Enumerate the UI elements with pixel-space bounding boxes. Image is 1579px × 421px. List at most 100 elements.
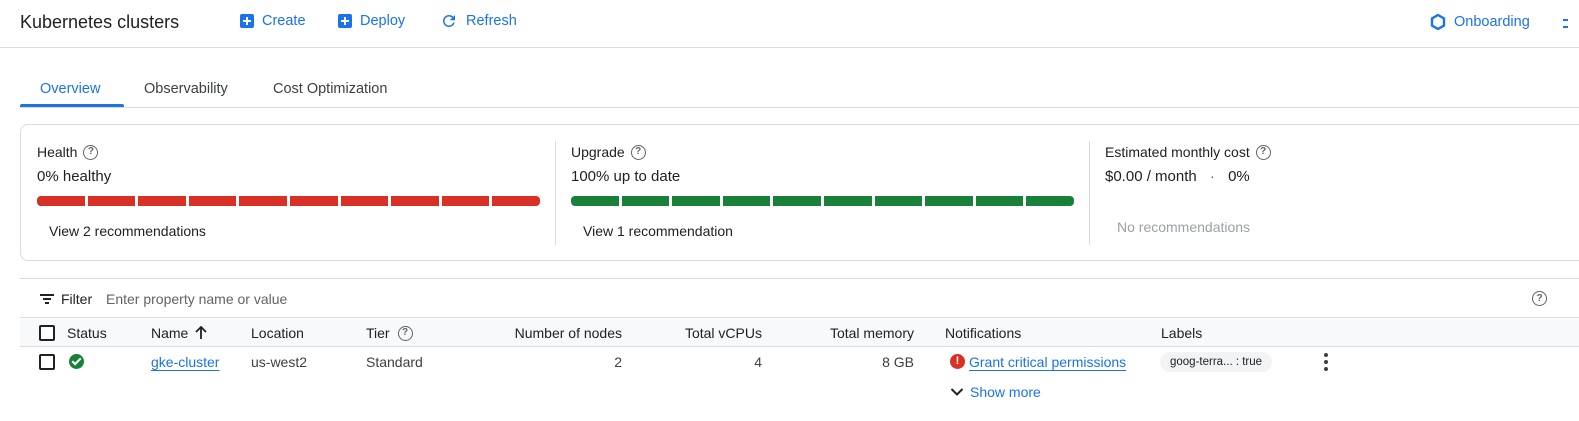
column-nodes[interactable]: Number of nodes: [515, 325, 622, 341]
tab-observability[interactable]: Observability: [144, 81, 228, 97]
health-title: Health ?: [37, 144, 99, 160]
cluster-vcpus: 4: [754, 354, 762, 370]
column-location[interactable]: Location: [251, 325, 304, 341]
bar-segment: [925, 196, 973, 206]
health-value: 0% healthy: [37, 168, 112, 185]
column-vcpus[interactable]: Total vCPUs: [685, 325, 762, 341]
onboarding-button[interactable]: Onboarding: [1430, 14, 1530, 30]
check-circle-icon: [69, 354, 84, 369]
refresh-label: Refresh: [466, 13, 517, 29]
cost-amount: $0.00 / month: [1105, 168, 1197, 185]
cost-value: $0.00 / month · 0%: [1105, 168, 1250, 185]
sort-ascending-icon: [195, 326, 207, 339]
help-icon[interactable]: ?: [1532, 291, 1547, 306]
cluster-nodes: 2: [614, 354, 622, 370]
error-icon: !: [950, 354, 965, 369]
bar-segment: [975, 196, 1024, 206]
refresh-icon: [442, 14, 455, 27]
summary-card: Health ? 0% healthy View 2 recommendatio…: [20, 124, 1579, 261]
table-header: Status Name Location Tier ? Number of no…: [20, 319, 1579, 347]
upgrade-title-text: Upgrade: [571, 144, 625, 160]
chevron-down-icon: [950, 388, 964, 396]
add-box-icon: [240, 14, 254, 28]
create-label: Create: [262, 13, 306, 29]
upgrade-bar: [571, 196, 1074, 206]
show-more-label: Show more: [970, 384, 1041, 400]
cluster-location: us-west2: [251, 354, 308, 370]
column-labels[interactable]: Labels: [1161, 325, 1202, 341]
tab-bar: Overview Observability Cost Optimization: [20, 70, 1579, 108]
cost-percent: 0%: [1228, 168, 1250, 185]
filter-label: Filter: [61, 291, 93, 307]
tab-overview[interactable]: Overview: [40, 81, 100, 97]
active-tab-indicator: [20, 104, 124, 107]
bar-segment: [672, 196, 720, 206]
help-icon[interactable]: ?: [630, 144, 646, 160]
cost-section: Estimated monthly cost ? $0.00 / month ·…: [1089, 125, 1579, 260]
label-chip[interactable]: goog-terra... : true: [1160, 352, 1273, 372]
page-title: Kubernetes clusters: [20, 12, 180, 32]
view-upgrade-recommendation-link[interactable]: View 1 recommendation: [583, 223, 733, 239]
bar-segment: [37, 196, 85, 206]
cluster-name-link[interactable]: gke-cluster: [151, 354, 219, 370]
view-health-recommendations-link[interactable]: View 2 recommendations: [49, 223, 206, 239]
upgrade-section: Upgrade ? 100% up to date View 1 recomme…: [555, 125, 1089, 260]
filter-list-icon: [40, 294, 54, 304]
column-notifications[interactable]: Notifications: [945, 325, 1021, 341]
cost-separator: ·: [1209, 168, 1215, 185]
upgrade-value: 100% up to date: [571, 168, 681, 185]
column-status[interactable]: Status: [67, 325, 107, 341]
bar-segment: [289, 196, 338, 206]
page-header: Kubernetes clusters Create Deploy Refres…: [0, 0, 1579, 48]
hexagon-icon: [1430, 14, 1446, 30]
deploy-button[interactable]: Deploy: [338, 13, 405, 29]
table-row: gke-cluster us-west2 Standard 2 4 8 GB !…: [20, 348, 1579, 421]
tab-cost-optimization[interactable]: Cost Optimization: [273, 81, 387, 97]
show-more-button[interactable]: Show more: [950, 384, 1041, 400]
health-title-text: Health: [37, 144, 78, 160]
column-memory[interactable]: Total memory: [830, 325, 914, 341]
bar-segment: [239, 196, 287, 206]
bar-segment: [492, 196, 540, 206]
bar-segment: [391, 196, 439, 206]
bar-segment: [188, 196, 237, 206]
deploy-label: Deploy: [360, 13, 406, 29]
bar-segment: [340, 196, 389, 206]
select-all-checkbox[interactable]: [39, 325, 55, 341]
bar-segment: [722, 196, 771, 206]
bar-segment: [823, 196, 872, 206]
overflow-toolbar-icon[interactable]: [1563, 16, 1579, 32]
column-tier-label: Tier: [366, 325, 390, 341]
filter-input[interactable]: [106, 288, 706, 310]
bar-segment: [773, 196, 821, 206]
cost-title: Estimated monthly cost ?: [1105, 144, 1271, 160]
help-icon[interactable]: ?: [83, 144, 99, 160]
no-recommendations-text: No recommendations: [1117, 219, 1251, 235]
health-section: Health ? 0% healthy View 2 recommendatio…: [21, 125, 555, 260]
grant-permissions-link[interactable]: Grant critical permissions: [969, 354, 1126, 370]
bar-segment: [441, 196, 490, 206]
health-bar: [37, 196, 540, 206]
cluster-tier: Standard: [366, 354, 423, 370]
cost-title-text: Estimated monthly cost: [1105, 144, 1250, 160]
upgrade-title: Upgrade ?: [571, 144, 646, 160]
bar-segment: [621, 196, 670, 206]
bar-segment: [874, 196, 923, 206]
add-box-icon: [338, 14, 352, 28]
bar-segment: [138, 196, 186, 206]
cluster-memory: 8 GB: [882, 354, 914, 370]
bar-segment: [87, 196, 136, 206]
column-name-label: Name: [151, 325, 189, 341]
filter-bar: Filter ?: [20, 278, 1579, 318]
bar-segment: [1026, 196, 1074, 206]
help-icon[interactable]: ?: [1255, 144, 1271, 160]
column-tier[interactable]: Tier ?: [366, 325, 413, 341]
column-name[interactable]: Name: [151, 325, 208, 341]
help-icon[interactable]: ?: [397, 325, 413, 341]
onboarding-label: Onboarding: [1454, 14, 1530, 30]
refresh-button[interactable]: Refresh: [440, 12, 517, 30]
bar-segment: [571, 196, 619, 206]
row-checkbox[interactable]: [39, 354, 55, 370]
create-button[interactable]: Create: [240, 13, 306, 29]
more-vert-icon[interactable]: [1322, 353, 1330, 371]
